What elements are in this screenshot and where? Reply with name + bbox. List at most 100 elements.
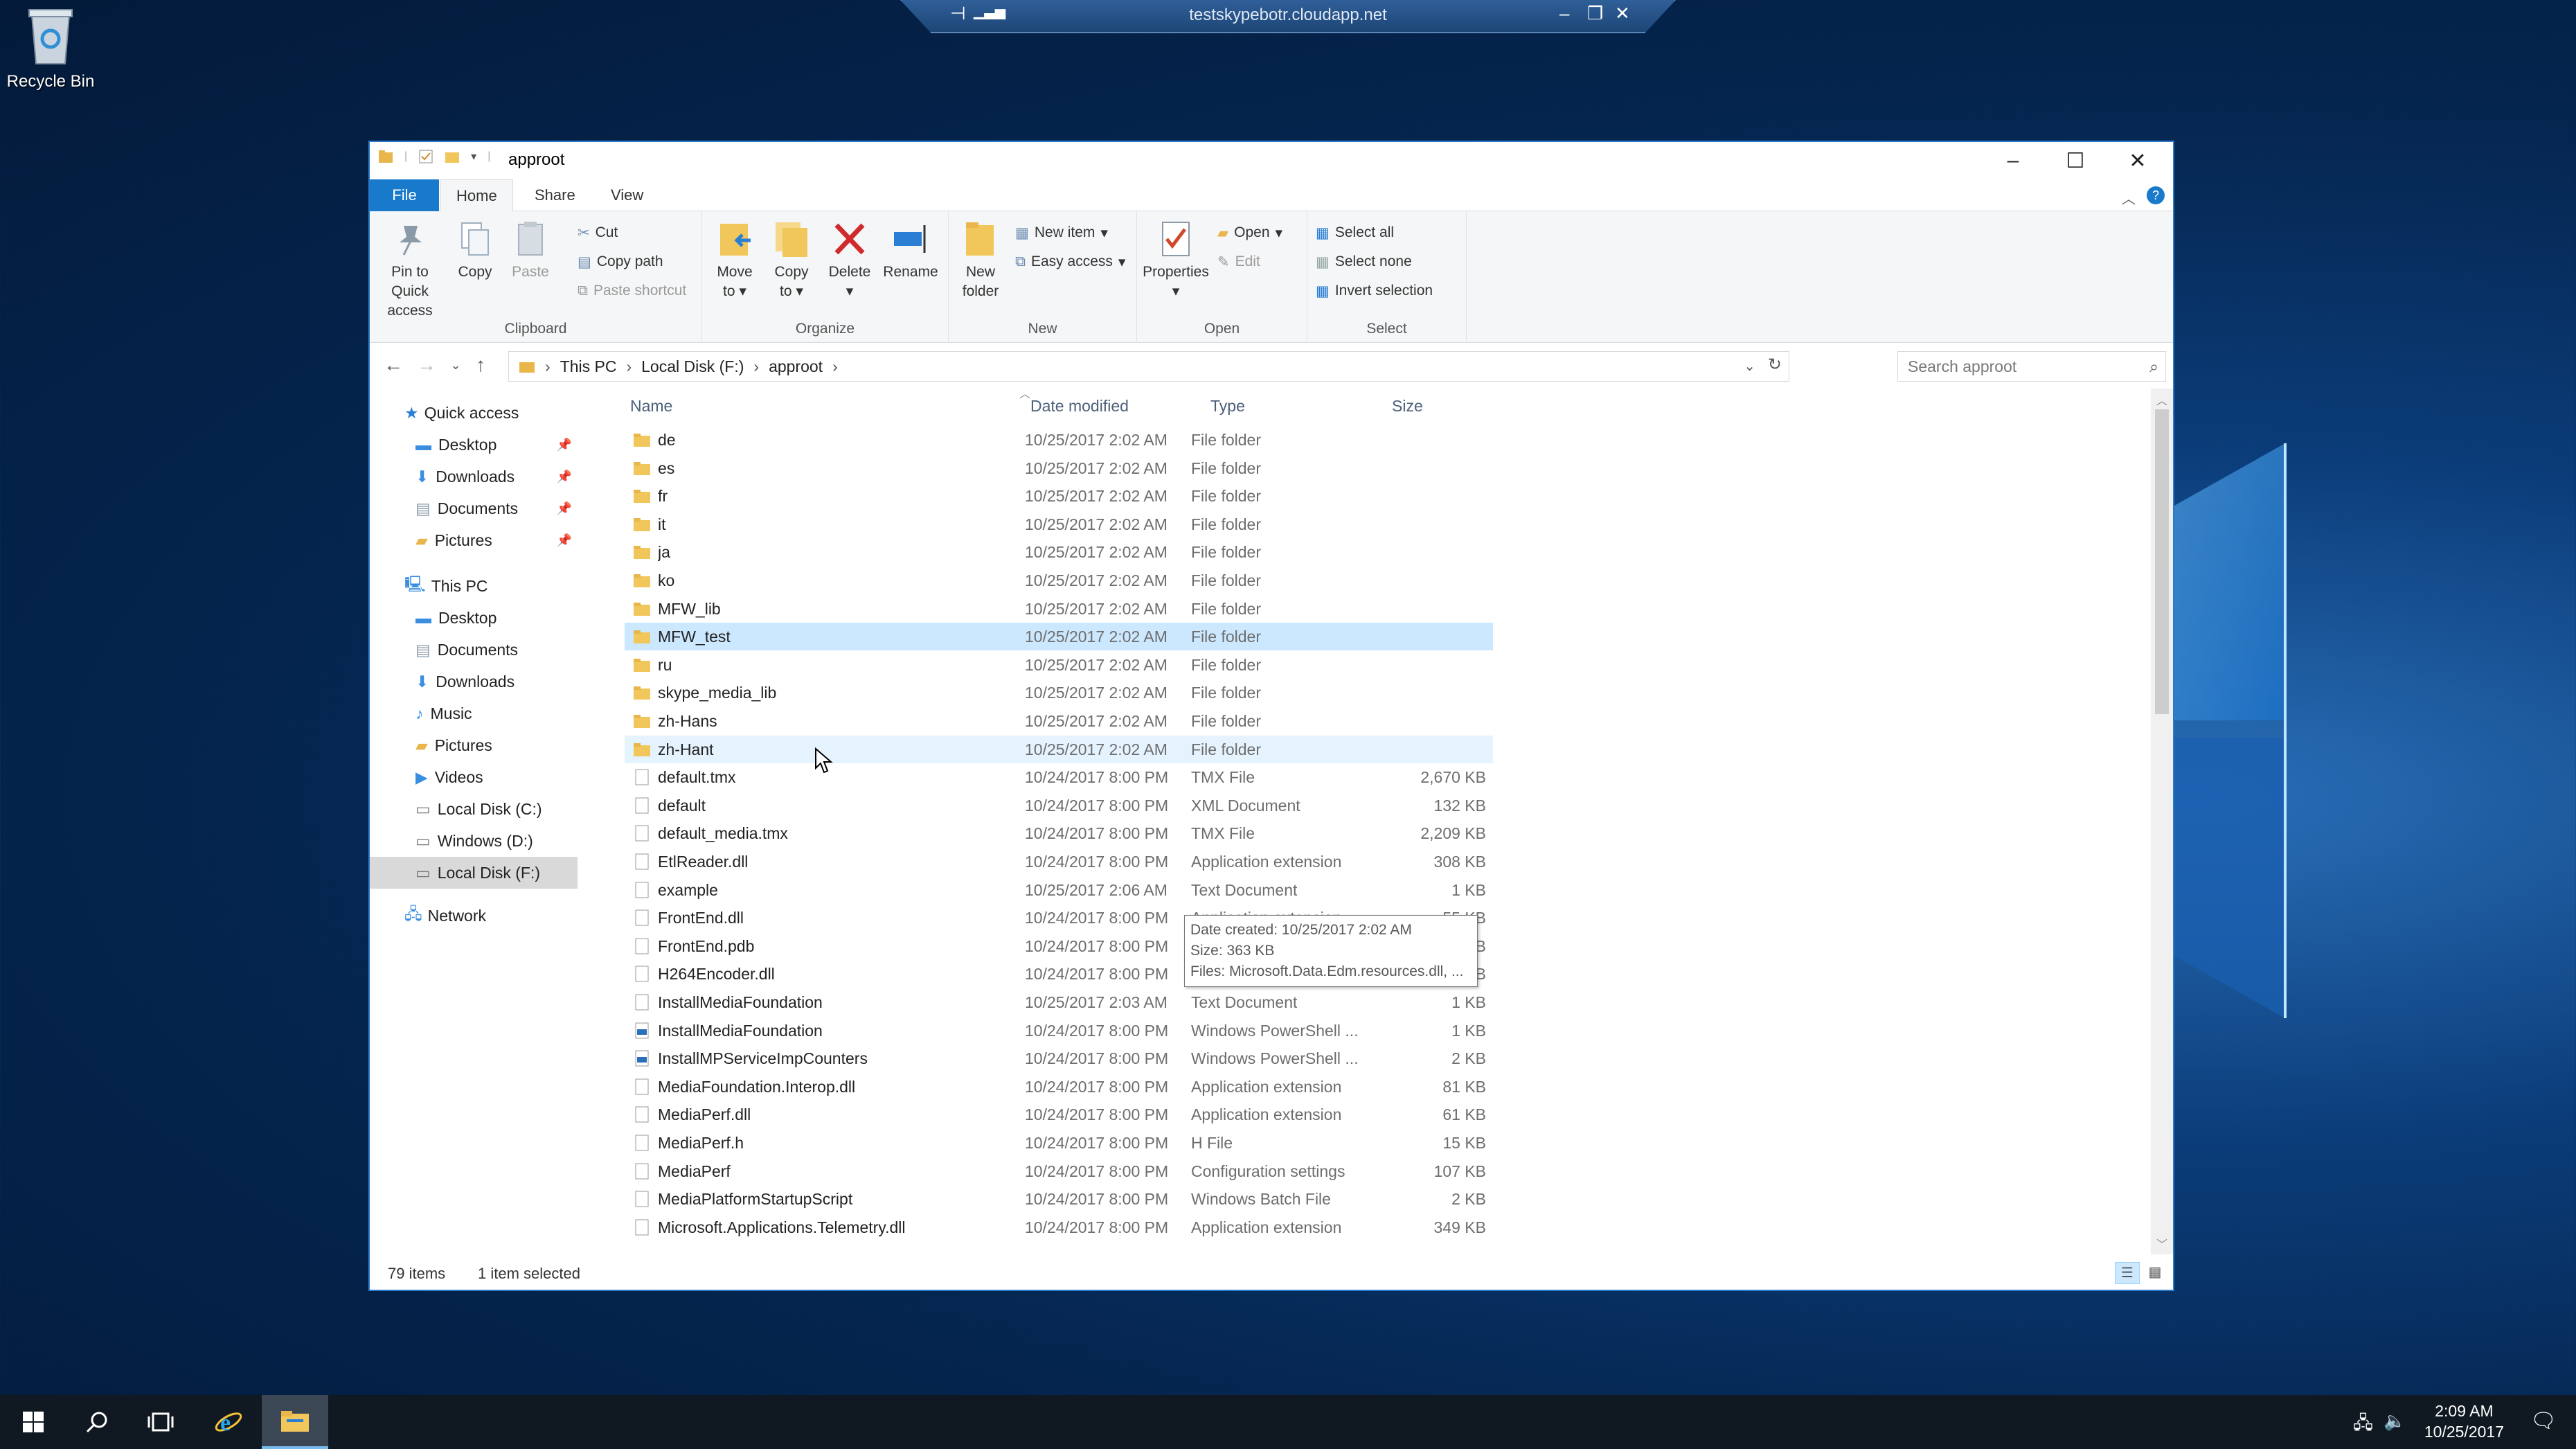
- internet-explorer-button[interactable]: e: [195, 1395, 262, 1449]
- folder-row[interactable]: MFW_test 10/25/2017 2:02 AM File folder: [625, 623, 1493, 651]
- file-row[interactable]: EtlReader.dll 10/24/2017 8:00 PM Applicati…: [625, 848, 1493, 875]
- paste-button[interactable]: Paste: [506, 218, 555, 282]
- file-row[interactable]: InstallMPServiceImpCounters 10/24/2017 8:…: [625, 1044, 1493, 1072]
- folder-row[interactable]: zh-Hans 10/25/2017 2:02 AM File folder: [625, 707, 1493, 735]
- nav-pc-windows-d[interactable]: ▭ Windows (D:): [370, 825, 578, 857]
- open-button[interactable]: ▰ Open ▾: [1217, 221, 1282, 245]
- new-item-button[interactable]: ▦ New item ▾: [1015, 221, 1108, 245]
- file-row[interactable]: default.tmx 10/24/2017 8:00 PM TMX File 2,6…: [625, 763, 1493, 791]
- recent-locations-chevron-icon[interactable]: ⌄: [442, 351, 469, 379]
- refresh-icon[interactable]: ↻: [1768, 355, 1782, 375]
- copy-button[interactable]: Copy: [450, 218, 500, 282]
- nav-pc-local-disk-f[interactable]: ▭ Local Disk (F:): [370, 857, 578, 889]
- search-button[interactable]: [64, 1395, 130, 1449]
- file-row[interactable]: InstallMediaFoundation 10/25/2017 2:03 AM…: [625, 988, 1493, 1016]
- tab-home[interactable]: Home: [440, 179, 513, 211]
- column-header-type[interactable]: Type: [1210, 389, 1245, 423]
- folder-row[interactable]: ko 10/25/2017 2:02 AM File folder: [625, 567, 1493, 594]
- address-dropdown-chevron-icon[interactable]: ⌄: [1744, 357, 1755, 375]
- maximize-button[interactable]: ☐: [2044, 142, 2107, 179]
- breadcrumb-local-disk-f[interactable]: Local Disk (F:): [641, 357, 744, 376]
- column-header-size[interactable]: Size: [1392, 389, 1423, 423]
- file-explorer-button[interactable]: [262, 1395, 328, 1449]
- folder-row[interactable]: de 10/25/2017 2:02 AM File folder: [625, 426, 1493, 454]
- copy-to-button[interactable]: Copy to ▾: [763, 218, 820, 301]
- nav-this-pc[interactable]: 🖳 This PC: [370, 570, 578, 602]
- details-view-icon[interactable]: ☰: [2115, 1262, 2140, 1284]
- delete-button[interactable]: Delete ▾: [821, 218, 878, 301]
- file-row[interactable]: MediaPlatformStartupScript 10/24/2017 8:0…: [625, 1185, 1493, 1213]
- file-row[interactable]: example 10/25/2017 2:06 AM Text Document 1 …: [625, 876, 1493, 904]
- folder-row[interactable]: it 10/25/2017 2:02 AM File folder: [625, 510, 1493, 538]
- nav-pc-downloads[interactable]: ⬇ Downloads: [370, 666, 578, 697]
- new-folder-icon[interactable]: [445, 149, 460, 164]
- nav-pc-local-disk-c[interactable]: ▭ Local Disk (C:): [370, 793, 578, 825]
- file-row[interactable]: MediaPerf 10/24/2017 8:00 PM Configuration…: [625, 1157, 1493, 1185]
- rdp-minimize-button[interactable]: –: [1559, 3, 1569, 24]
- clock[interactable]: 2:09 AM 10/25/2017: [2424, 1401, 2504, 1442]
- tab-file[interactable]: File: [370, 179, 439, 211]
- file-row[interactable]: Microsoft.Applications.Telemetry.dll 10/2…: [625, 1214, 1493, 1241]
- nav-pc-videos[interactable]: ▶ Videos: [370, 761, 578, 793]
- tab-share[interactable]: Share: [519, 179, 591, 211]
- properties-icon[interactable]: [418, 149, 433, 164]
- scroll-down-arrow-icon[interactable]: ﹀: [2156, 1235, 2167, 1252]
- move-to-button[interactable]: Move to ▾: [706, 218, 763, 301]
- minimize-button[interactable]: –: [1982, 142, 2044, 179]
- up-arrow-icon[interactable]: ↑: [467, 351, 494, 379]
- folder-row[interactable]: ja 10/25/2017 2:02 AM File folder: [625, 538, 1493, 566]
- folder-row[interactable]: skype_media_lib 10/25/2017 2:02 AM File fo…: [625, 679, 1493, 706]
- nav-quick-documents[interactable]: ▤ Documents 📌: [370, 492, 578, 524]
- invert-selection-button[interactable]: ▦ Invert selection: [1316, 279, 1433, 303]
- breadcrumb-this-pc[interactable]: This PC: [560, 357, 617, 376]
- large-icons-view-icon[interactable]: ▦: [2143, 1262, 2167, 1284]
- breadcrumb-approot[interactable]: approot: [769, 357, 823, 376]
- volume-muted-icon[interactable]: 🔈: [2383, 1410, 2406, 1432]
- nav-pc-pictures[interactable]: ▰ Pictures: [370, 729, 578, 761]
- file-row[interactable]: InstallMediaFoundation 10/24/2017 8:00 PM…: [625, 1017, 1493, 1044]
- paste-shortcut-button[interactable]: ⧉ Paste shortcut: [578, 279, 686, 303]
- action-center-icon[interactable]: 🗨: [2530, 1409, 2557, 1433]
- folder-row[interactable]: fr 10/25/2017 2:02 AM File folder: [625, 482, 1493, 510]
- address-box[interactable]: › This PC › Local Disk (F:) › approot › …: [508, 351, 1789, 382]
- folder-row[interactable]: zh-Hant 10/25/2017 2:02 AM File folder: [625, 735, 1493, 763]
- nav-quick-pictures[interactable]: ▰ Pictures 📌: [370, 524, 578, 556]
- file-row[interactable]: MediaPerf.h 10/24/2017 8:00 PM H File 15 KB: [625, 1129, 1493, 1157]
- help-icon[interactable]: ?: [2147, 186, 2165, 204]
- tab-view[interactable]: View: [596, 179, 659, 211]
- rdp-close-button[interactable]: ✕: [1615, 3, 1630, 24]
- customize-toolbar-chevron-icon[interactable]: ▾: [471, 150, 476, 163]
- recycle-bin[interactable]: Recycle Bin: [0, 0, 104, 104]
- search-input[interactable]: Search approot ⌕: [1897, 351, 2166, 382]
- nav-pc-documents[interactable]: ▤ Documents: [370, 634, 578, 666]
- task-view-button[interactable]: [127, 1395, 194, 1449]
- folder-row[interactable]: es 10/25/2017 2:02 AM File folder: [625, 454, 1493, 482]
- nav-quick-downloads[interactable]: ⬇ Downloads 📌: [370, 461, 578, 492]
- properties-button[interactable]: Properties ▾: [1141, 218, 1210, 301]
- close-button[interactable]: ✕: [2107, 142, 2169, 179]
- file-row[interactable]: default 10/24/2017 8:00 PM XML Document 132…: [625, 792, 1493, 819]
- back-arrow-icon[interactable]: ←: [379, 351, 407, 379]
- network-status-icon[interactable]: 🖧: [2353, 1410, 2373, 1441]
- easy-access-button[interactable]: ⧉ Easy access ▾: [1015, 250, 1125, 274]
- file-row[interactable]: MediaFoundation.Interop.dll 10/24/2017 8:…: [625, 1073, 1493, 1101]
- scroll-thumb[interactable]: [2155, 409, 2169, 714]
- select-all-button[interactable]: ▦ Select all: [1316, 221, 1394, 245]
- file-row[interactable]: default_media.tmx 10/24/2017 8:00 PM TMX F…: [625, 819, 1493, 847]
- copy-path-button[interactable]: ▤ Copy path: [578, 250, 663, 274]
- nav-network[interactable]: 🖧 Network: [370, 900, 578, 932]
- folder-row[interactable]: MFW_lib 10/25/2017 2:02 AM File folder: [625, 595, 1493, 623]
- rdp-restore-button[interactable]: ❐: [1587, 3, 1603, 24]
- rename-button[interactable]: Rename: [879, 218, 942, 282]
- scroll-up-arrow-icon[interactable]: ︿: [2156, 391, 2167, 408]
- cut-button[interactable]: ✂ Cut: [578, 221, 618, 245]
- edit-button[interactable]: ✎ Edit: [1217, 250, 1260, 274]
- pin-to-quick-access-button[interactable]: Pin to Quick access: [375, 218, 445, 321]
- new-folder-button[interactable]: New folder: [953, 218, 1008, 301]
- nav-quick-desktop[interactable]: ▬ Desktop 📌: [370, 429, 578, 461]
- nav-quick-access[interactable]: ★ Quick access: [370, 397, 578, 429]
- folder-row[interactable]: ru 10/25/2017 2:02 AM File folder: [625, 651, 1493, 679]
- column-header-name[interactable]: Name: [630, 389, 672, 423]
- select-none-button[interactable]: ▦ Select none: [1316, 250, 1412, 274]
- forward-arrow-icon[interactable]: →: [413, 351, 440, 379]
